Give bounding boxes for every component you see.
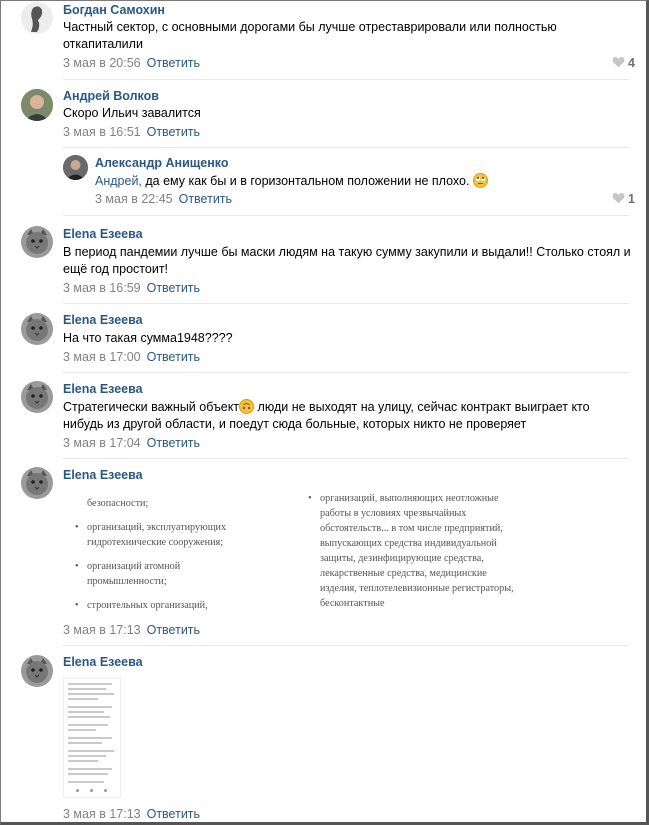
heart-icon xyxy=(612,57,625,68)
comment-author[interactable]: Elena Езеева xyxy=(63,313,143,327)
heart-icon xyxy=(612,193,625,204)
comment-text-body: да ему как бы и в горизонтальном положен… xyxy=(145,174,470,188)
reply-link[interactable]: Ответить xyxy=(147,56,200,70)
comment-author[interactable]: Elena Езеева xyxy=(63,655,143,669)
comment-author[interactable]: Elena Езеева xyxy=(63,468,143,482)
comment-meta: 3 мая в 17:00 Ответить xyxy=(63,350,200,364)
reply-link[interactable]: Ответить xyxy=(147,350,200,364)
divider xyxy=(63,645,629,646)
avatar[interactable] xyxy=(21,313,53,345)
reply-link[interactable]: Ответить xyxy=(179,192,232,206)
doc-line: безопасности; xyxy=(87,498,149,509)
comment-text: В период пандемии лучше бы маски людям н… xyxy=(63,245,631,276)
comment-text: Частный сектор, с основными дорогами бы … xyxy=(63,20,557,51)
comment-author[interactable]: Андрей Волков xyxy=(63,89,159,103)
comment-time[interactable]: 3 мая в 22:45 xyxy=(95,192,173,206)
comment-meta: 3 мая в 16:51 Ответить xyxy=(63,125,200,139)
mention-link[interactable]: Андрей, xyxy=(95,174,142,188)
comment-text: Стратегически важный объект люди не выхо… xyxy=(63,399,633,433)
comment-text: Скоро Ильич завалится xyxy=(63,106,201,120)
comment-meta: 3 мая в 17:13 Ответить xyxy=(63,807,200,821)
doc-line: организаций, выполняющих неотложные рабо… xyxy=(308,491,518,611)
comment-meta: 3 мая в 22:45 Ответить xyxy=(95,192,232,206)
reply-link[interactable]: Ответить xyxy=(147,436,200,450)
comment-author[interactable]: Богдан Самохин xyxy=(63,3,165,17)
comment-author[interactable]: Elena Езеева xyxy=(63,382,143,396)
comment-text: Андрей, да ему как бы и в горизонтальном… xyxy=(95,173,615,190)
avatar[interactable] xyxy=(21,655,53,687)
comment-meta: 3 мая в 17:13 Ответить xyxy=(63,623,200,637)
avatar[interactable] xyxy=(21,2,53,34)
upside-down-face-emoji xyxy=(239,399,255,414)
reply-link[interactable]: Ответить xyxy=(147,807,200,821)
comment-time[interactable]: 3 мая в 17:00 xyxy=(63,350,141,364)
comment-meta: 3 мая в 16:59 Ответить xyxy=(63,281,200,295)
avatar[interactable] xyxy=(21,226,53,258)
divider xyxy=(63,458,629,459)
avatar[interactable] xyxy=(63,155,88,180)
comment-time[interactable]: 3 мая в 16:51 xyxy=(63,125,141,139)
like-count: 1 xyxy=(628,192,635,206)
divider xyxy=(63,303,629,304)
doc-line: организаций, эксплуатирующих гидротехнич… xyxy=(75,520,260,550)
avatar[interactable] xyxy=(21,89,53,121)
rolling-eyes-emoji xyxy=(472,173,488,188)
comment-author[interactable]: Александр Анищенко xyxy=(95,156,229,170)
doc-line: организаций атомной промышленности; xyxy=(75,559,260,589)
attached-image-right[interactable]: организаций, выполняющих неотложные рабо… xyxy=(308,491,518,615)
divider xyxy=(63,215,629,216)
reply-link[interactable]: Ответить xyxy=(147,281,200,295)
attached-image-left[interactable]: безопасности; организаций, эксплуатирующ… xyxy=(75,496,260,622)
comment-text-part: Стратегически важный объект xyxy=(63,400,240,414)
divider xyxy=(63,372,629,373)
comment-time[interactable]: 3 мая в 16:59 xyxy=(63,281,141,295)
reply-link[interactable]: Ответить xyxy=(147,125,200,139)
like-button[interactable]: 4 xyxy=(612,56,635,70)
comment-time[interactable]: 3 мая в 17:13 xyxy=(63,623,141,637)
comment-time[interactable]: 3 мая в 17:13 xyxy=(63,807,141,821)
avatar[interactable] xyxy=(21,467,53,499)
comment-meta: 3 мая в 17:04 Ответить xyxy=(63,436,200,450)
avatar[interactable] xyxy=(21,381,53,413)
reply-link[interactable]: Ответить xyxy=(147,623,200,637)
like-button[interactable]: 1 xyxy=(612,192,635,206)
comment-text: На что такая сумма1948???? xyxy=(63,331,233,345)
divider xyxy=(63,79,629,80)
divider xyxy=(63,147,629,148)
comment-author[interactable]: Elena Езеева xyxy=(63,227,143,241)
comment-time[interactable]: 3 мая в 20:56 xyxy=(63,56,141,70)
comment-time[interactable]: 3 мая в 17:04 xyxy=(63,436,141,450)
attached-image-thumbnail[interactable] xyxy=(63,678,121,798)
comment-meta: 3 мая в 20:56 Ответить xyxy=(63,56,200,70)
like-count: 4 xyxy=(628,56,635,70)
doc-line: строительных организаций, xyxy=(75,598,260,613)
